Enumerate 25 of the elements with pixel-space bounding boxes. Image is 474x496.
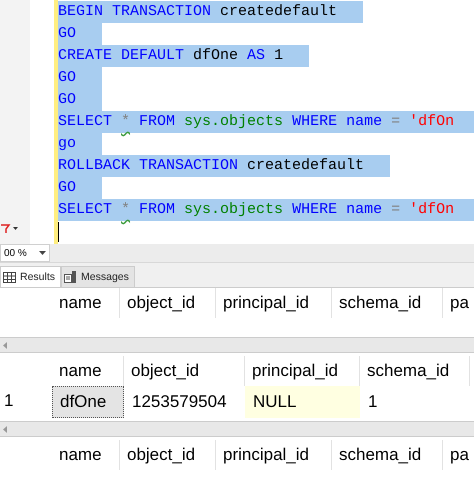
column-header[interactable]: schema_id — [332, 288, 443, 318]
results-tab[interactable]: Results — [0, 266, 62, 287]
column-header[interactable]: principal_id — [216, 288, 332, 318]
row-number: 1 — [3, 390, 14, 412]
column-header[interactable]: name — [52, 440, 120, 470]
column-header[interactable]: object_id — [120, 288, 216, 318]
column-header[interactable]: name — [52, 288, 120, 318]
scroll-left-icon[interactable] — [3, 342, 7, 348]
results-tab[interactable]: Messages — [61, 266, 135, 287]
table-cell[interactable]: NULL — [245, 386, 360, 418]
dropdown-caret-icon — [39, 251, 46, 255]
error-marker-icon — [0, 222, 20, 234]
column-header[interactable]: object_id — [120, 440, 216, 470]
document-icon — [64, 271, 78, 283]
table-cell[interactable]: dfOne — [52, 386, 124, 418]
column-header[interactable]: principal_id — [216, 440, 332, 470]
column-header[interactable]: pa — [443, 440, 474, 470]
grid-icon — [3, 272, 16, 282]
horizontal-scrollbar[interactable] — [0, 421, 474, 437]
zoom-dropdown[interactable]: 00 % — [0, 244, 50, 262]
horizontal-scrollbar[interactable] — [0, 337, 474, 353]
scroll-left-icon[interactable] — [3, 426, 7, 432]
column-header[interactable]: schema_id — [332, 440, 443, 470]
code-editor[interactable]: BEGIN TRANSACTION createdefault GO CREATE DEFAULT dfOne AS 1 GO GO SELECT * FROM sys.objects WHERE name = 'dfOn go ROLLBACK TRANSACTION createdefault GO SELECT * FROM sys.objects WHERE name = 'dfOn — [58, 0, 474, 244]
column-header[interactable]: pa — [443, 288, 474, 318]
